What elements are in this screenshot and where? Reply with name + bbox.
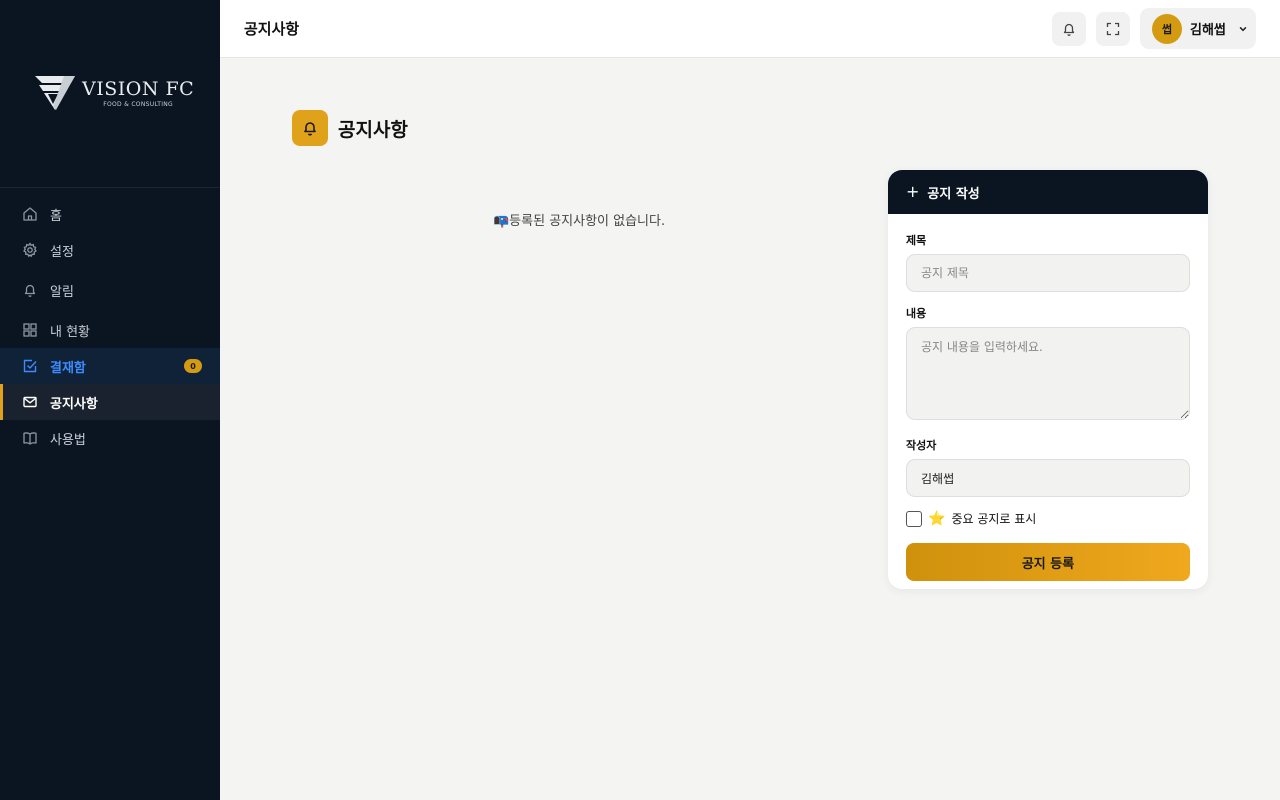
sidebar-item-label: 공지사항 bbox=[50, 396, 98, 412]
important-label: 중요 공지로 표시 bbox=[951, 512, 1037, 526]
empty-notices-message: 📭등록된 공지사항이 없습니다. bbox=[493, 214, 666, 229]
sidebar-item-label: 알림 bbox=[50, 284, 74, 300]
title-field-group: 제목 bbox=[906, 232, 1190, 292]
brand-logo[interactable]: VISION FC FOOD & CONSULTING bbox=[34, 74, 194, 112]
bell-icon bbox=[1063, 23, 1075, 36]
sidebar-item-home[interactable]: 홈 bbox=[0, 196, 220, 232]
approval-count-badge: 0 bbox=[184, 359, 202, 373]
sidebar-item-label: 설정 bbox=[50, 244, 74, 260]
card-header: + 공지 작성 bbox=[888, 170, 1208, 214]
plus-icon: + bbox=[906, 182, 920, 201]
page-heading: 공지사항 bbox=[292, 110, 408, 146]
page-icon-badge bbox=[292, 110, 328, 146]
header-title: 공지사항 bbox=[244, 20, 300, 38]
notice-content-textarea[interactable] bbox=[906, 327, 1190, 420]
gear-icon bbox=[22, 242, 38, 258]
author-label: 작성자 bbox=[906, 439, 937, 452]
user-menu-button[interactable]: 썹 김해썹 bbox=[1140, 8, 1256, 49]
sidebar-item-label: 홈 bbox=[50, 208, 62, 224]
sidebar-item-label: 내 현황 bbox=[50, 324, 91, 340]
bell-icon bbox=[22, 282, 38, 298]
notifications-button[interactable] bbox=[1052, 12, 1086, 46]
card-body: 제목 내용 작성자 ⭐ 중요 공지로 표시 공지 등록 bbox=[888, 214, 1208, 581]
sidebar-item-my-status[interactable]: 내 현황 bbox=[0, 312, 220, 348]
author-input[interactable] bbox=[906, 459, 1190, 497]
chevron-down-icon bbox=[1239, 26, 1247, 31]
mail-icon bbox=[22, 394, 38, 410]
logo-text: VISION FC FOOD & CONSULTING bbox=[82, 79, 194, 108]
author-field-group: 작성자 bbox=[906, 437, 1190, 497]
logo-area: VISION FC FOOD & CONSULTING bbox=[0, 0, 220, 188]
vision-fc-logo-mark-icon bbox=[35, 76, 75, 110]
title-label: 제목 bbox=[906, 234, 927, 247]
star-icon: ⭐ bbox=[928, 510, 946, 527]
submit-notice-button[interactable]: 공지 등록 bbox=[906, 543, 1190, 581]
notice-title-input[interactable] bbox=[906, 254, 1190, 292]
sidebar-item-settings[interactable]: 설정 bbox=[0, 232, 220, 268]
checkbox-icon bbox=[22, 358, 38, 374]
sidebar-item-guide[interactable]: 사용법 bbox=[0, 420, 220, 456]
sidebar-item-label: 사용법 bbox=[50, 432, 86, 448]
sidebar-item-notifications[interactable]: 알림 bbox=[0, 272, 220, 308]
content-field-group: 내용 bbox=[906, 305, 1190, 424]
fullscreen-button[interactable] bbox=[1096, 12, 1130, 46]
content-label: 내용 bbox=[906, 307, 927, 320]
fullscreen-icon bbox=[1106, 22, 1120, 36]
important-option: ⭐ 중요 공지로 표시 bbox=[906, 510, 1190, 527]
bell-icon bbox=[304, 122, 316, 136]
brand-name: VISION FC bbox=[82, 77, 195, 100]
grid-icon bbox=[22, 322, 38, 338]
user-name: 김해썹 bbox=[1190, 23, 1226, 38]
book-icon bbox=[22, 430, 38, 446]
sidebar-nav: 홈 설정 알림 내 현황 결재함 0 공지사항 사용법 bbox=[0, 196, 220, 456]
sidebar-item-approvals[interactable]: 결재함 0 bbox=[0, 348, 220, 384]
sidebar-item-notices[interactable]: 공지사항 bbox=[0, 384, 220, 420]
avatar: 썹 bbox=[1152, 13, 1182, 44]
important-checkbox[interactable] bbox=[906, 510, 922, 527]
top-header: 공지사항 썹 김해썹 bbox=[220, 0, 1280, 58]
card-title: 공지 작성 bbox=[927, 186, 980, 202]
sidebar: VISION FC FOOD & CONSULTING 홈 설정 알림 내 현황… bbox=[0, 0, 220, 800]
brand-tagline: FOOD & CONSULTING bbox=[103, 100, 174, 108]
sidebar-item-label: 결재함 bbox=[50, 360, 86, 376]
notice-compose-card: + 공지 작성 제목 내용 작성자 ⭐ 중요 공지로 표시 공지 등록 bbox=[888, 170, 1208, 589]
page-title: 공지사항 bbox=[338, 118, 408, 141]
home-icon bbox=[22, 206, 38, 222]
